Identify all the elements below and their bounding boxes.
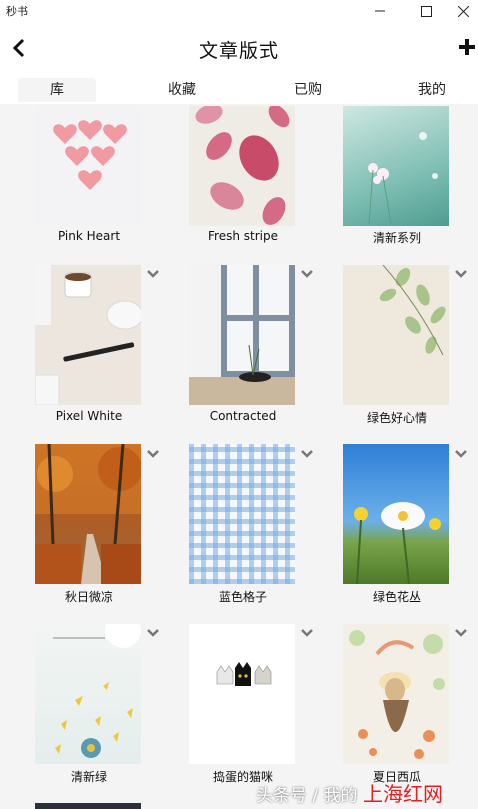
template-name: 蓝色格子 (218, 590, 267, 604)
template-thumbnail (343, 106, 449, 226)
template-grid: Pink Heart Fresh stripe 清新系列 Pixel White… (0, 104, 478, 809)
template-thumbnail (35, 624, 141, 764)
chevron-down-icon[interactable] (455, 264, 467, 278)
template-name: Pink Heart (57, 229, 121, 243)
template-thumbnail (189, 106, 295, 226)
template-thumbnail (35, 265, 141, 405)
chevron-down-icon[interactable] (301, 623, 313, 637)
maximize-icon (420, 5, 432, 17)
template-thumbnail (189, 265, 295, 405)
watermark-brand: 上海红网 (362, 782, 443, 806)
template-thumbnail (343, 444, 449, 584)
chevron-down-icon[interactable] (455, 623, 467, 637)
chevron-down-icon[interactable] (147, 444, 159, 458)
template-name: 秋日微凉 (64, 590, 113, 604)
template-thumbnail (343, 624, 449, 764)
minimize-icon (375, 10, 385, 12)
close-button[interactable] (448, 0, 478, 22)
chevron-down-icon[interactable] (301, 444, 313, 458)
template-thumbnail (35, 106, 141, 226)
plus-icon (459, 39, 475, 55)
template-thumbnail (189, 444, 295, 584)
tab-library[interactable]: 库 (18, 78, 96, 102)
app-title: 秒书 (6, 5, 28, 18)
template-name: 清新系列 (372, 231, 421, 245)
template-thumbnail (189, 624, 295, 764)
close-icon (457, 5, 469, 17)
maximize-button[interactable] (404, 0, 448, 22)
watermark: 头条号 / 我的 上海红网 (256, 778, 443, 807)
template-name: Pixel White (55, 409, 123, 423)
window-titlebar: 秒书 (0, 0, 478, 22)
template-name: Contracted (209, 409, 277, 423)
chevron-down-icon[interactable] (455, 444, 467, 458)
chevron-down-icon[interactable] (147, 623, 159, 637)
template-name: 清新绿 (70, 770, 107, 784)
tab-purchased[interactable]: 已购 (274, 78, 342, 102)
template-name: 绿色好心情 (366, 411, 427, 425)
page-header: 文章版式 (0, 22, 478, 74)
minimize-button[interactable] (358, 0, 402, 22)
chevron-down-icon[interactable] (301, 264, 313, 278)
chevron-down-icon[interactable] (147, 264, 159, 278)
tab-favorites[interactable]: 收藏 (148, 78, 216, 102)
tab-bar: 库 收藏 已购 我的 (0, 74, 478, 104)
page-title: 文章版式 (198, 40, 279, 62)
watermark-text: 头条号 / 我的 (256, 786, 358, 806)
template-thumbnail (343, 265, 449, 405)
template-name: 绿色花丛 (372, 590, 421, 604)
template-thumbnail (35, 444, 141, 584)
template-thumbnail-partial (35, 803, 141, 809)
tab-mine[interactable]: 我的 (398, 78, 466, 102)
template-name: Fresh stripe (208, 229, 278, 243)
add-button[interactable] (456, 36, 478, 58)
